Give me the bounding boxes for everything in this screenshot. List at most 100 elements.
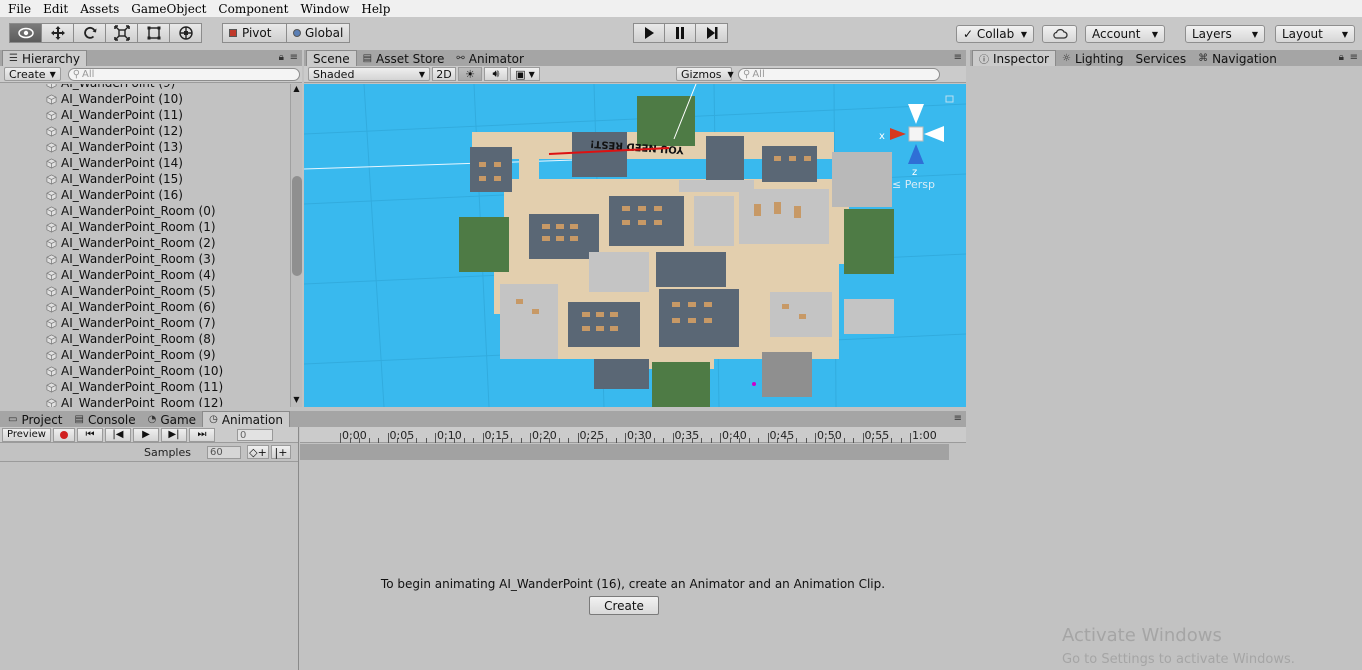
add-keyframe-button[interactable]: ◇+ bbox=[246, 445, 269, 459]
timeline-events-strip[interactable] bbox=[300, 444, 949, 460]
tab-project[interactable]: ▭ Project bbox=[2, 412, 69, 427]
hierarchy-item[interactable]: AI_WanderPoint (15) bbox=[0, 171, 289, 187]
hierarchy-item[interactable]: AI_WanderPoint_Room (10) bbox=[0, 363, 289, 379]
move-tool-button[interactable] bbox=[41, 23, 74, 43]
timeline-tick-mark bbox=[767, 433, 769, 443]
hierarchy-item[interactable]: AI_WanderPoint_Room (2) bbox=[0, 235, 289, 251]
menu-file[interactable]: File bbox=[2, 2, 37, 16]
view-tool-button[interactable] bbox=[9, 23, 42, 43]
effects-dropdown[interactable]: ▣ ▼ bbox=[510, 67, 540, 81]
hierarchy-search-input[interactable]: ⚲ All bbox=[67, 67, 300, 81]
collab-dropdown[interactable]: ✓ Collab ▼ bbox=[956, 25, 1034, 43]
last-key-button[interactable]: ⏭ bbox=[188, 427, 215, 442]
tab-game[interactable]: ◔ Game bbox=[142, 412, 202, 427]
hierarchy-item[interactable]: AI_WanderPoint (10) bbox=[0, 91, 289, 107]
hierarchy-item[interactable]: AI_WanderPoint_Room (6) bbox=[0, 299, 289, 315]
tab-animator[interactable]: ⚯ Animator bbox=[450, 51, 530, 66]
hierarchy-item[interactable]: AI_WanderPoint_Room (0) bbox=[0, 203, 289, 219]
layout-dropdown[interactable]: Layout ▼ bbox=[1275, 25, 1355, 43]
hierarchy-item[interactable]: AI_WanderPoint (9) bbox=[0, 84, 289, 91]
rect-tool-button[interactable] bbox=[137, 23, 170, 43]
hierarchy-item[interactable]: AI_WanderPoint (11) bbox=[0, 107, 289, 123]
pause-button[interactable] bbox=[664, 23, 696, 43]
menu-window[interactable]: Window bbox=[294, 2, 355, 16]
hierarchy-item[interactable]: AI_WanderPoint_Room (5) bbox=[0, 283, 289, 299]
hierarchy-item[interactable]: AI_WanderPoint (12) bbox=[0, 123, 289, 139]
tab-services[interactable]: Services bbox=[1129, 51, 1192, 66]
account-dropdown[interactable]: Account ▼ bbox=[1085, 25, 1165, 43]
pivot-toggle[interactable]: Pivot bbox=[222, 23, 287, 43]
menu-component[interactable]: Component bbox=[212, 2, 294, 16]
menu-gameobject[interactable]: GameObject bbox=[125, 2, 212, 16]
tab-navigation[interactable]: ⌘ Navigation bbox=[1192, 51, 1283, 66]
hierarchy-item[interactable]: AI_WanderPoint_Room (4) bbox=[0, 267, 289, 283]
rotate-tool-button[interactable] bbox=[73, 23, 106, 43]
create-animation-button[interactable]: Create bbox=[589, 596, 659, 615]
move-arrows-icon bbox=[50, 26, 65, 40]
hierarchy-item[interactable]: AI_WanderPoint_Room (8) bbox=[0, 331, 289, 347]
scene-search-input[interactable]: ⚲ All bbox=[738, 67, 940, 81]
audio-toggle[interactable]: 🔊︎ bbox=[484, 67, 508, 81]
hierarchy-item[interactable]: AI_WanderPoint_Room (12) bbox=[0, 395, 289, 407]
menu-bar: File Edit Assets GameObject Component Wi… bbox=[0, 0, 1362, 17]
samples-label: Samples bbox=[144, 445, 191, 459]
frame-field[interactable]: 0 bbox=[236, 428, 273, 441]
hierarchy-item[interactable]: AI_WanderPoint_Room (7) bbox=[0, 315, 289, 331]
lock-icon[interactable]: 🔒︎ bbox=[279, 52, 284, 63]
menu-assets[interactable]: Assets bbox=[74, 2, 125, 16]
scale-tool-button[interactable] bbox=[105, 23, 138, 43]
scrollbar-thumb[interactable] bbox=[292, 176, 302, 276]
first-key-button[interactable]: ⏮ bbox=[76, 427, 103, 442]
mode-2d-toggle[interactable]: 2D bbox=[432, 67, 456, 81]
panel-menu-icon[interactable]: ≡ bbox=[954, 413, 962, 424]
tab-animation[interactable]: ◷ Animation bbox=[202, 411, 290, 427]
persp-label[interactable]: ≤ Persp bbox=[892, 178, 935, 191]
tab-lighting[interactable]: ☼ Lighting bbox=[1056, 51, 1129, 66]
menu-edit[interactable]: Edit bbox=[37, 2, 74, 16]
tab-inspector[interactable]: ⓘ Inspector bbox=[972, 50, 1056, 66]
timeline-minor-tick bbox=[397, 438, 398, 443]
lighting-toggle[interactable]: ☀ bbox=[458, 67, 482, 81]
gizmos-dropdown[interactable]: Gizmos ▼ bbox=[676, 67, 734, 81]
create-dropdown[interactable]: Create ▼ bbox=[4, 67, 61, 81]
hierarchy-item[interactable]: AI_WanderPoint (16) bbox=[0, 187, 289, 203]
tab-scene[interactable]: Scene bbox=[306, 50, 357, 66]
hierarchy-item[interactable]: AI_WanderPoint_Room (9) bbox=[0, 347, 289, 363]
tab-console[interactable]: ▤ Console bbox=[69, 412, 142, 427]
next-key-button[interactable]: ▶| bbox=[160, 427, 187, 442]
panel-menu-icon[interactable]: ≡ bbox=[290, 52, 298, 63]
transform-tool-button[interactable] bbox=[169, 23, 202, 43]
panel-menu-icon[interactable]: ≡ bbox=[954, 52, 962, 63]
global-toggle[interactable]: Global bbox=[286, 23, 350, 43]
shading-dropdown[interactable]: Shaded ▼ bbox=[308, 67, 430, 81]
scene-viewport[interactable]: YOU NEED REST! x z ≤ Persp bbox=[304, 84, 966, 407]
timeline-minor-tick bbox=[748, 438, 750, 443]
step-button[interactable] bbox=[695, 23, 728, 43]
play-anim-button[interactable]: ▶ bbox=[132, 427, 159, 442]
hierarchy-item[interactable]: AI_WanderPoint_Room (1) bbox=[0, 219, 289, 235]
lock-icon[interactable]: 🔒︎ bbox=[1339, 52, 1344, 63]
preview-toggle[interactable]: Preview bbox=[2, 427, 51, 442]
menu-help[interactable]: Help bbox=[355, 2, 396, 16]
timeline-minor-tick bbox=[824, 438, 826, 443]
play-button[interactable] bbox=[633, 23, 665, 43]
tab-hierarchy[interactable]: ☰ Hierarchy bbox=[2, 50, 87, 66]
prev-key-button[interactable]: |◀ bbox=[104, 427, 131, 442]
add-event-button[interactable]: |+ bbox=[270, 445, 291, 459]
hierarchy-scrollbar[interactable]: ▲ ▼ bbox=[290, 84, 302, 407]
layers-dropdown[interactable]: Layers ▼ bbox=[1185, 25, 1265, 43]
cloud-button[interactable] bbox=[1042, 25, 1077, 43]
animation-timeline-area: 0:00 0:05 0:10 0:15 0:20 0:25 0:30 0:35 0:40 0:45… bbox=[300, 427, 966, 670]
hierarchy-item[interactable]: AI_WanderPoint_Room (3) bbox=[0, 251, 289, 267]
scroll-up-icon[interactable]: ▲ bbox=[291, 84, 302, 96]
hierarchy-item[interactable]: AI_WanderPoint (13) bbox=[0, 139, 289, 155]
panel-menu-icon[interactable]: ≡ bbox=[1350, 52, 1358, 63]
scroll-down-icon[interactable]: ▼ bbox=[291, 395, 302, 407]
hierarchy-item[interactable]: AI_WanderPoint (14) bbox=[0, 155, 289, 171]
gameobject-cube-icon bbox=[46, 366, 57, 377]
samples-field[interactable]: 60 bbox=[206, 445, 241, 459]
tab-asset-store[interactable]: ▤ Asset Store bbox=[357, 51, 451, 66]
hierarchy-item[interactable]: AI_WanderPoint_Room (11) bbox=[0, 379, 289, 395]
timeline-ruler[interactable]: 0:00 0:05 0:10 0:15 0:20 0:25 0:30 0:35 0:40 0:45… bbox=[300, 427, 966, 443]
record-button[interactable] bbox=[52, 427, 75, 442]
